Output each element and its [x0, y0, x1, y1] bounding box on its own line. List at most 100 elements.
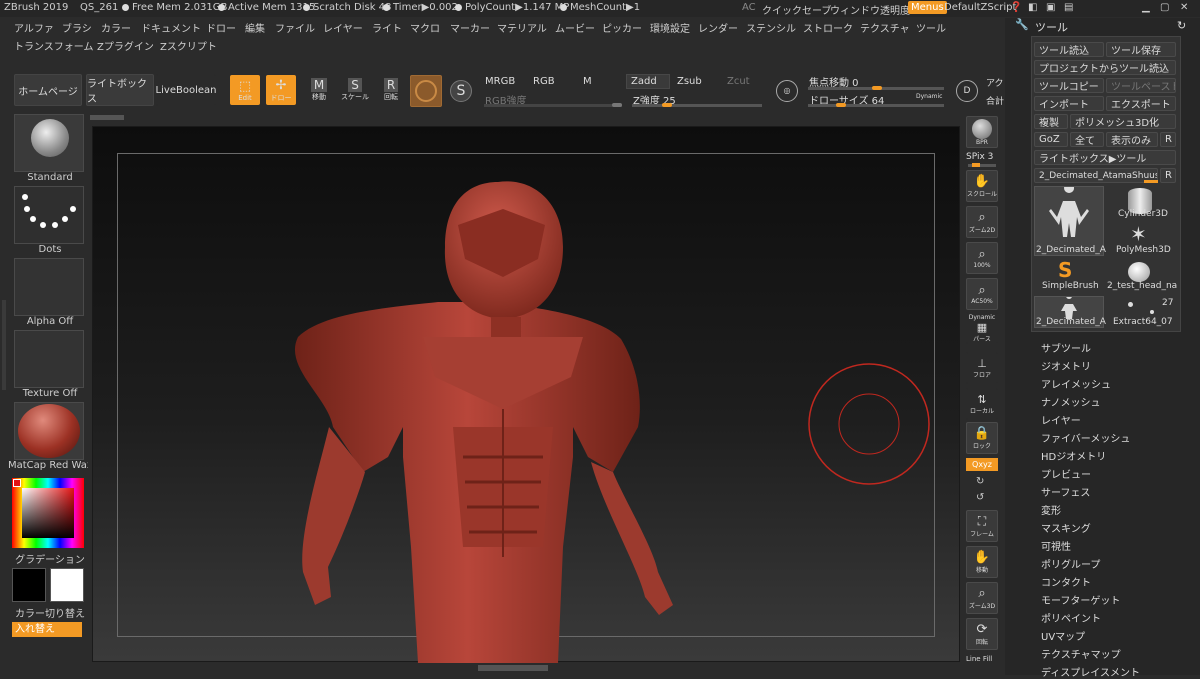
- alpha-button[interactable]: [14, 258, 84, 316]
- homepage-button[interactable]: ホームページ: [14, 74, 82, 106]
- menu2-1[interactable]: トランスフォーム: [14, 38, 94, 53]
- help-icon[interactable]: ❓: [1010, 2, 1022, 13]
- menus-button[interactable]: Menus: [908, 1, 947, 14]
- copy-tool-button[interactable]: ツールコピー: [1034, 78, 1104, 93]
- load-from-project-button[interactable]: プロジェクトからツール読込: [1034, 60, 1176, 75]
- lightbox-button[interactable]: ライトボックス: [86, 74, 154, 106]
- menu-7[interactable]: ファイル: [275, 20, 315, 35]
- menu-17[interactable]: ステンシル: [746, 20, 796, 35]
- mrgb-button[interactable]: MRGB: [480, 74, 528, 89]
- subpalette-2[interactable]: ジオメトリ: [1041, 358, 1091, 373]
- goz-r-button[interactable]: R: [1160, 132, 1176, 147]
- z-rotate-icon[interactable]: ↺: [976, 492, 984, 503]
- z-intensity-track[interactable]: [632, 103, 762, 107]
- brush-button[interactable]: [14, 114, 84, 172]
- menu-12[interactable]: マテリアル: [497, 20, 547, 35]
- liveboolean-button[interactable]: LiveBoolean: [156, 74, 216, 106]
- robot-model[interactable]: [294, 181, 673, 663]
- model-viewport[interactable]: [93, 127, 961, 663]
- subpalette-5[interactable]: レイヤー: [1041, 412, 1081, 427]
- zoom2d-button[interactable]: ⌕ ズーム2D: [966, 206, 998, 238]
- menu-15[interactable]: 環境設定: [650, 20, 690, 35]
- draw-button[interactable]: ✢ ドロー: [266, 75, 296, 105]
- close-icon[interactable]: ✕: [1180, 2, 1188, 13]
- goz-all-button[interactable]: 全て: [1070, 132, 1104, 147]
- color-picker[interactable]: [12, 478, 84, 548]
- y-rotate-icon[interactable]: ↻: [976, 476, 984, 487]
- subpalette-17[interactable]: UVマップ: [1041, 628, 1085, 643]
- menu-10[interactable]: マクロ: [410, 20, 440, 35]
- move-button[interactable]: M 移動: [304, 75, 334, 105]
- document-canvas[interactable]: [92, 126, 961, 663]
- rotate-view-button[interactable]: ⟳ 回転: [966, 618, 998, 650]
- m-button[interactable]: M: [578, 74, 622, 89]
- menu-11[interactable]: マーカー: [450, 20, 490, 35]
- palette-refresh-icon[interactable]: ↻: [1177, 19, 1186, 32]
- maximize-icon[interactable]: ▢: [1160, 2, 1169, 13]
- switch-color-button[interactable]: カラー切り替え: [8, 605, 92, 620]
- tool-r-button[interactable]: R: [1160, 168, 1176, 183]
- menu-1[interactable]: アルファ: [14, 20, 54, 35]
- actual-size-button[interactable]: ⌕ 100%: [966, 242, 998, 274]
- dock-icon[interactable]: ◧: [1028, 2, 1037, 13]
- lock-button[interactable]: 🔒 ロック: [966, 422, 998, 454]
- zsub-button[interactable]: Zsub: [672, 74, 720, 89]
- menu-3[interactable]: カラー: [101, 20, 131, 35]
- focal-shift-track[interactable]: [808, 86, 944, 90]
- subpalette-4[interactable]: ナノメッシュ: [1041, 394, 1101, 409]
- material-swatch-button[interactable]: [410, 75, 442, 107]
- window-transparency-button[interactable]: ウィンドウ透明度: [830, 2, 910, 17]
- make-polymesh3d-button[interactable]: ポリメッシュ3D化: [1070, 114, 1176, 129]
- ac50-button[interactable]: ⌕ AC50%: [966, 278, 998, 310]
- texture-sphere-icon[interactable]: S: [450, 80, 472, 102]
- subpalette-3[interactable]: アレイメッシュ: [1041, 376, 1111, 391]
- left-tray-handle[interactable]: [2, 300, 6, 390]
- save-tool-button[interactable]: ツール保存: [1106, 42, 1176, 57]
- lightbox-tools-button[interactable]: ライトボックス▶ツール: [1034, 150, 1176, 165]
- zadd-button[interactable]: Zadd: [626, 74, 670, 89]
- menu-5[interactable]: ドロー: [206, 20, 236, 35]
- subpalette-7[interactable]: HDジオメトリ: [1041, 448, 1106, 463]
- zscript-label[interactable]: DefaultZScript: [944, 2, 1016, 13]
- z-intensity-knob[interactable]: [662, 103, 672, 107]
- paste-tool-button[interactable]: ツールペースト: [1106, 78, 1176, 93]
- export-button[interactable]: エクスポート: [1106, 96, 1176, 111]
- line-fill-button[interactable]: Line Fill: [966, 655, 992, 663]
- menu2-2[interactable]: Zプラグイン: [97, 38, 154, 53]
- texture-button[interactable]: [14, 330, 84, 388]
- perspective-button[interactable]: Dynamic ▦ パース: [966, 312, 998, 344]
- load-tool-button[interactable]: ツール読込: [1034, 42, 1104, 57]
- import-button[interactable]: インポート: [1034, 96, 1104, 111]
- move-view-button[interactable]: ✋ 移動: [966, 546, 998, 578]
- current-tool-knob[interactable]: [1144, 180, 1158, 183]
- quicksave-button[interactable]: クイックセーブ: [762, 2, 831, 17]
- draw-size-knob[interactable]: [836, 103, 847, 107]
- bpr-button[interactable]: BPR: [966, 116, 998, 148]
- rgb-button[interactable]: RGB: [528, 74, 578, 89]
- menu-6[interactable]: 編集: [245, 20, 265, 35]
- rotate-button[interactable]: R 回転: [376, 75, 406, 105]
- subpalette-10[interactable]: 変形: [1041, 502, 1061, 517]
- simplebrush-icon[interactable]: S: [1058, 260, 1072, 280]
- zcut-button[interactable]: Zcut: [722, 74, 762, 89]
- draw-size-track[interactable]: [808, 103, 944, 107]
- menu-16[interactable]: レンダー: [698, 20, 738, 35]
- menu-4[interactable]: ドキュメント: [141, 20, 201, 35]
- d-icon[interactable]: D: [956, 80, 978, 102]
- subpalette-18[interactable]: テクスチャマップ: [1041, 646, 1121, 661]
- zoom3d-button[interactable]: ⌕ ズーム3D: [966, 582, 998, 614]
- subpalette-9[interactable]: サーフェス: [1041, 484, 1090, 499]
- main-color-swatch[interactable]: [50, 568, 84, 602]
- goz-button[interactable]: GoZ: [1034, 132, 1068, 147]
- frame-button[interactable]: ⛶ フレーム: [966, 510, 998, 542]
- scroll-button[interactable]: ✋ スクロール: [966, 170, 998, 202]
- subpalette-1[interactable]: サブツール: [1041, 340, 1091, 355]
- local-button[interactable]: ⇅ ローカル: [966, 388, 998, 420]
- ui-icon[interactable]: ▤: [1064, 2, 1073, 13]
- tool-palette-title[interactable]: ツール: [1035, 19, 1068, 35]
- menu-19[interactable]: テクスチャ: [860, 20, 910, 35]
- head-thumb-icon[interactable]: [1128, 262, 1150, 282]
- spix-slider[interactable]: SPix 3: [966, 152, 993, 162]
- menu-8[interactable]: レイヤー: [323, 20, 363, 35]
- menu-18[interactable]: ストローク: [803, 20, 853, 35]
